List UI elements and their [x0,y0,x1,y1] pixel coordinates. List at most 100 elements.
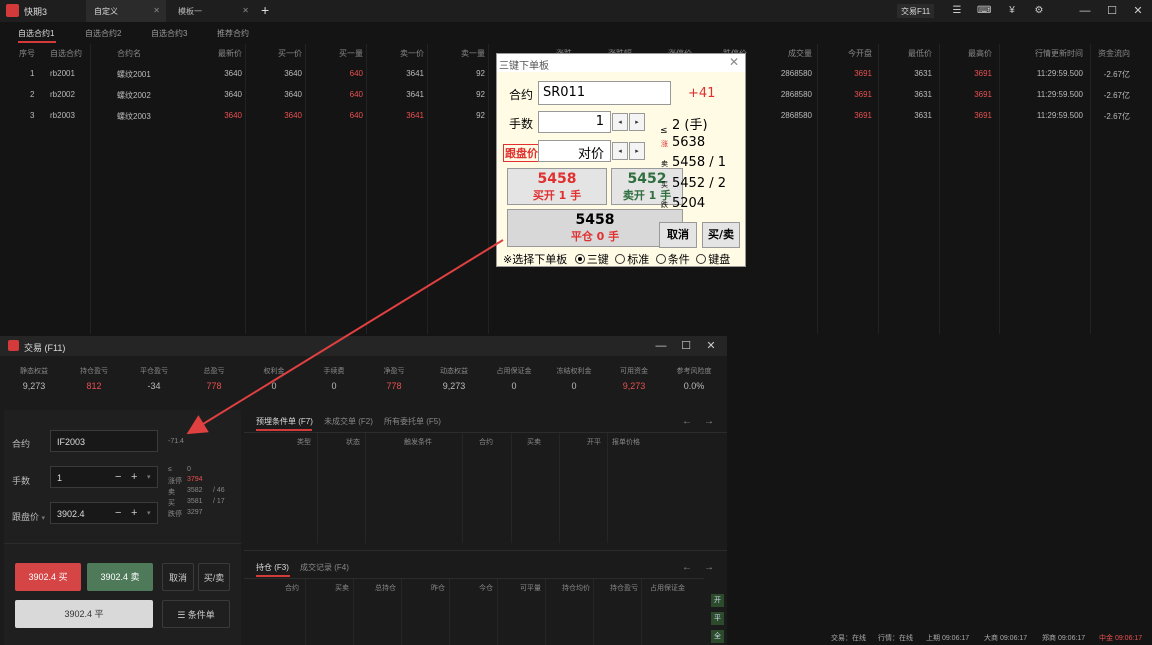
status-cffex: 中金 09:06:17 [1099,635,1143,642]
plus-icon[interactable]: + [131,471,137,483]
buy-sell-toggle-button[interactable]: 买/卖 [198,563,230,591]
maximize-icon[interactable]: ☐ [1104,3,1120,19]
arrow-right-icon[interactable]: → [704,562,714,573]
close-position-button[interactable]: 3902.4 平 [15,600,153,628]
buy-open-button[interactable]: 5458 买开 1 手 [507,168,607,205]
cancel-button[interactable]: 取消 [659,222,697,248]
minus-icon[interactable]: − [115,507,121,519]
qty-increase-icon[interactable]: ▸ [629,113,645,131]
tab-template[interactable]: 模板一 ✕ [170,0,255,22]
col-high[interactable]: 最高价 [950,48,992,59]
list-icon: ☰ [177,610,186,620]
info-ask-label: 卖 [168,489,175,496]
all-button[interactable]: 全 [711,630,724,643]
close-text: 平仓 0 手 [570,230,620,243]
col-index[interactable]: 序号 [19,48,35,59]
minimize-icon[interactable]: — [653,338,669,354]
qty-decrease-icon[interactable]: ◂ [612,113,628,131]
close-button[interactable]: 平 [711,612,724,625]
col-last[interactable]: 最新价 [200,48,242,59]
tab-label: 模板一 [178,7,202,16]
mode-keyboard[interactable]: 键盘 [696,253,730,266]
open-button[interactable]: 开 [711,594,724,607]
col-ask[interactable]: 卖一价 [384,48,424,59]
app-logo-icon [6,4,19,17]
col-update-time[interactable]: 行情更新时间 [1020,48,1083,59]
qty-input[interactable]: 1 [538,111,611,133]
status-trade: 交易：在线 [831,635,866,642]
col-name[interactable]: 合约名 [117,48,141,59]
plus-icon[interactable]: + [131,507,137,519]
sliders-icon[interactable]: ☰ [950,4,964,18]
row-name: 螺纹2003 [117,112,151,121]
col-money-flow[interactable]: 资金流向 [1090,48,1130,59]
price-input[interactable]: 3902.4 − + ▾ [50,502,158,524]
tab-unfilled-orders[interactable]: 未成交单 (F2) [324,416,373,427]
close-icon[interactable]: ✕ [1130,3,1146,19]
gear-icon[interactable]: ⚙ [1032,4,1046,18]
cancel-button[interactable]: 取消 [162,563,194,591]
qty-input[interactable]: 1 − + ▾ [50,466,158,488]
tab-watchlist-2[interactable]: 自选合约2 [85,28,121,39]
price-mode-input[interactable]: 对价 [538,140,611,162]
account-dynamic-equity: 动态权益 9,273 [424,366,484,391]
close-icon[interactable]: ✕ [703,338,719,354]
contract-input[interactable]: SR011 [538,81,671,105]
tab-all-orders[interactable]: 所有委托单 (F5) [384,416,441,427]
chevron-down-icon[interactable]: ▾ [147,509,151,517]
radio-icon [655,254,666,264]
price-mode-label[interactable]: 跟盘价 [503,144,540,162]
arrow-left-icon[interactable]: ← [682,562,692,573]
col-low[interactable]: 最低价 [890,48,932,59]
keyboard-icon[interactable]: ⌨ [977,4,991,18]
tab-fills[interactable]: 成交记录 (F4) [300,562,349,573]
contract-input[interactable]: IF2003 [50,430,158,452]
currency-icon[interactable]: ¥ [1005,4,1019,18]
divider [244,550,727,551]
tab-conditional-orders[interactable]: 预埋条件单 (F7) [256,416,313,427]
col-bid-vol[interactable]: 买一量 [323,48,363,59]
chevron-down-icon[interactable]: ▾ [147,473,151,481]
col-open[interactable]: 今开盘 [830,48,872,59]
price-value: 3902.4 [57,509,85,519]
tab-watchlist-1[interactable]: 自选合约1 [18,28,54,39]
tab-positions[interactable]: 持仓 (F3) [256,562,289,573]
row-volume: 2868580 [780,111,812,120]
minus-icon[interactable]: − [115,471,121,483]
mode-standard[interactable]: 标准 [615,253,649,266]
col-code[interactable]: 自选合约 [50,48,82,59]
ask-price-vol: 5458 / 1 [672,155,726,170]
close-icon[interactable]: ✕ [242,6,249,15]
price-label[interactable]: 跟盘价 ▾ [12,510,45,523]
maximize-icon[interactable]: ☐ [678,338,694,354]
buy-sell-toggle-button[interactable]: 买/卖 [702,222,740,248]
mode-three-key[interactable]: 三键 [574,253,609,266]
price-increase-icon[interactable]: ▸ [629,142,645,160]
close-icon[interactable]: ✕ [729,55,739,69]
add-tab-icon[interactable]: + [261,2,269,18]
tab-custom[interactable]: 自定义 ✕ [86,0,166,22]
col-volume[interactable]: 成交量 [770,48,812,59]
conditional-order-button[interactable]: ☰ 条件单 [162,600,230,628]
close-position-button[interactable]: 5458 平仓 0 手 [507,209,683,247]
buy-button[interactable]: 3902.4 买 [15,563,81,591]
mode-conditional[interactable]: 条件 [655,253,690,266]
mode-label: 条件 [667,253,690,266]
row-last: 3640 [224,111,242,120]
col-bid[interactable]: 买一价 [262,48,302,59]
minimize-icon[interactable]: — [1077,3,1093,19]
tab-recommended[interactable]: 推荐合约 [217,28,249,39]
sell-button[interactable]: 3902.4 卖 [87,563,153,591]
arrow-left-icon[interactable]: ← [682,416,692,427]
arrow-right-icon[interactable]: → [704,416,714,427]
value: 812 [86,381,102,391]
order-table: 类型 状态 触发条件 合约 买卖 开平 报单价格 [244,432,727,543]
trade-button[interactable]: 交易F11 [897,4,935,18]
qty-label: 手数 [12,476,31,486]
col-ask-vol[interactable]: 卖一量 [445,48,485,59]
close-icon[interactable]: ✕ [153,6,160,15]
tab-watchlist-3[interactable]: 自选合约3 [151,28,187,39]
price-decrease-icon[interactable]: ◂ [612,142,628,160]
row-time: 11:29:59.500 [1036,111,1083,120]
row-name: 螺纹2002 [117,91,151,100]
